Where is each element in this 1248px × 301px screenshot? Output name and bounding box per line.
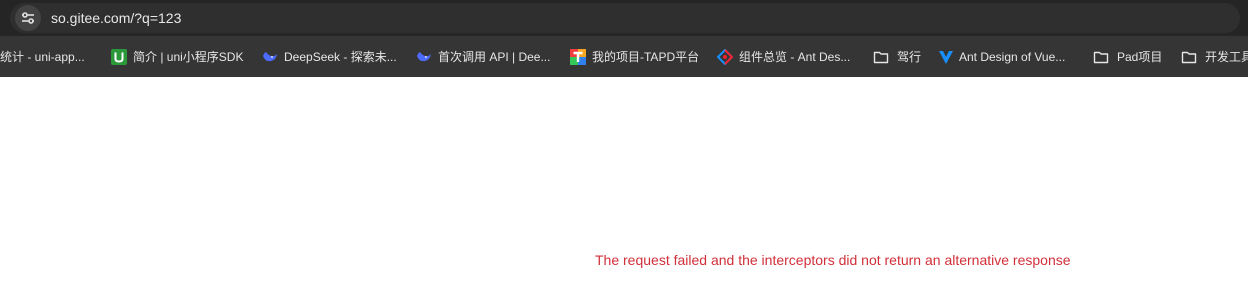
folder-icon [1093,51,1109,64]
bookmark-label: Pad项目 [1117,50,1163,64]
bookmark-label: 我的项目-TAPD平台 [592,50,700,64]
page-content: The request failed and the interceptors … [0,77,1248,301]
site-info-icon[interactable] [15,5,41,31]
url-text[interactable]: so.gitee.com/?q=123 [51,10,181,26]
bookmark-label: 首次调用 API | Dee... [438,50,551,64]
bookmarks-bar: 统计 - uni-app... 简介 | uni小程序SDK DeepSeek … [0,36,1248,77]
ant-design-icon [717,49,733,65]
deepseek-icon [263,52,277,62]
tapd-icon [570,49,586,65]
folder-icon [873,51,889,64]
bookmark-label: 驾行 [897,50,922,64]
bookmark-label: 组件总览 - Ant Des... [739,50,851,64]
omnibox[interactable]: so.gitee.com/?q=123 [10,3,1240,33]
address-bar: so.gitee.com/?q=123 [0,0,1248,36]
bookmark-label: 简介 | uni小程序SDK [133,50,244,64]
ant-design-vue-icon [939,51,953,64]
bookmark-label: Ant Design of Vue... [959,50,1066,64]
deepseek-icon [417,52,431,62]
error-message: The request failed and the interceptors … [595,252,1071,268]
bookmark-label: 统计 - uni-app... [0,50,85,64]
folder-icon [1181,51,1197,64]
uni-icon [111,49,127,65]
bookmark-label: DeepSeek - 探索未... [284,50,397,64]
bookmark-label: 开发工具 [1205,50,1248,64]
